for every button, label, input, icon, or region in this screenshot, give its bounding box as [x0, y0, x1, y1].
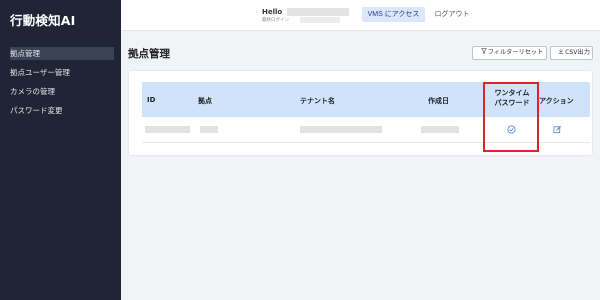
row-date-redacted — [421, 126, 459, 133]
sidebar-item-locations[interactable]: 拠点管理 — [10, 47, 114, 60]
funnel-icon — [480, 47, 488, 59]
greeting: Hello — [262, 8, 283, 16]
column-created-date: 作成日 — [428, 97, 449, 105]
edit-icon[interactable] — [553, 125, 562, 134]
app-title: 行動検知AI — [10, 13, 76, 28]
sidebar-item-cameras[interactable]: カメラの管理 — [10, 85, 114, 98]
download-icon — [557, 47, 565, 59]
sidebar-item-location-users[interactable]: 拠点ユーザー管理 — [10, 66, 114, 79]
csv-export-label: CSV出力 — [565, 49, 590, 56]
page-title: 拠点管理 — [128, 48, 170, 60]
filter-reset-label: フィルターリセット — [487, 49, 544, 56]
column-tenant-name: テナント名 — [300, 97, 335, 105]
sidebar-item-password-change[interactable]: パスワード変更 — [10, 104, 114, 117]
column-location: 拠点 — [198, 97, 212, 105]
row-location-redacted — [200, 126, 218, 133]
filter-reset-button[interactable]: フィルターリセット — [472, 46, 547, 60]
column-id: ID — [147, 96, 156, 104]
last-login-redacted — [300, 17, 340, 23]
logout-button[interactable]: ログアウト — [431, 7, 473, 22]
vms-access-button[interactable]: VMS にアクセス — [362, 7, 425, 22]
sidebar: 行動検知AI 拠点管理 拠点ユーザー管理 カメラの管理 パスワード変更 — [0, 0, 121, 300]
row-id-redacted — [145, 126, 190, 133]
top-bar — [121, 0, 600, 31]
user-name-redacted — [287, 8, 349, 16]
row-tenant-redacted — [300, 126, 382, 133]
otp-column-highlight — [483, 82, 539, 152]
column-action: アクション — [539, 97, 574, 105]
csv-export-button[interactable]: CSV出力 — [550, 46, 593, 60]
last-login-label: 最終ログイン — [262, 18, 289, 23]
